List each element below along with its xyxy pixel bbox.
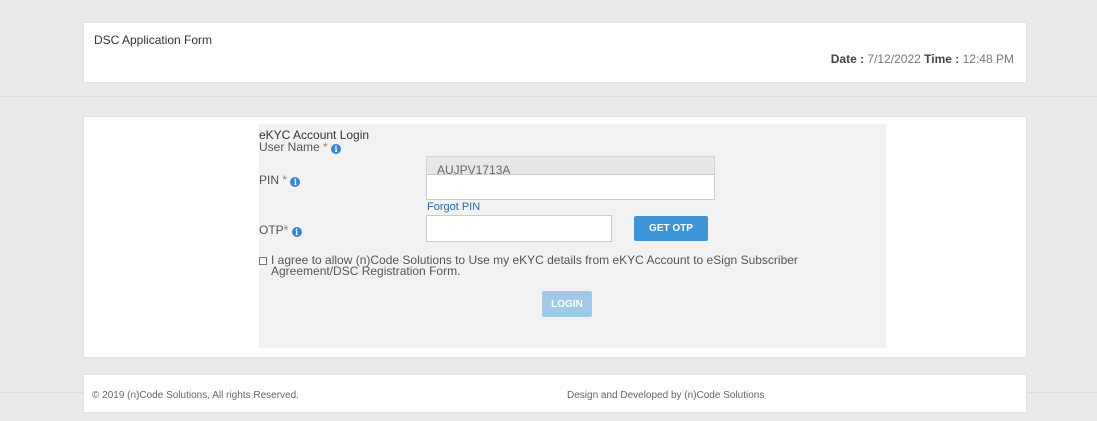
credit-text: Design and Developed by (n)Code Solution… (567, 390, 765, 401)
info-icon[interactable]: i (290, 177, 301, 187)
date-time-display: Date : 7/12/2022 Time : 12:48 PM (831, 52, 1014, 66)
required-mark: * (283, 223, 289, 237)
info-icon[interactable]: i (291, 227, 302, 237)
header-card: DSC Application Form Date : 7/12/2022 Ti… (83, 22, 1027, 83)
time-value: 12:48 PM (962, 52, 1014, 66)
date-value: 7/12/2022 (867, 52, 921, 66)
info-icon[interactable]: i (331, 144, 342, 154)
agree-text: I agree to allow (n)Code Solutions to Us… (271, 253, 798, 278)
otp-label-row: OTP* i (259, 223, 302, 237)
pin-field[interactable] (426, 174, 715, 200)
username-label-row: User Name * i (259, 140, 342, 154)
background-line (0, 96, 1097, 97)
forgot-pin-link[interactable]: Forgot PIN (427, 201, 480, 213)
pin-label-row: PIN * i (259, 173, 301, 187)
login-button[interactable]: LOGIN (542, 291, 592, 317)
copyright-text: © 2019 (n)Code Solutions, All rights Res… (92, 390, 299, 401)
footer-card: © 2019 (n)Code Solutions, All rights Res… (83, 374, 1027, 413)
required-mark: * (282, 173, 288, 187)
page-title: DSC Application Form (94, 33, 213, 47)
otp-label: OTP (259, 223, 284, 237)
otp-field[interactable] (426, 215, 612, 242)
time-label: Time : (924, 52, 960, 66)
pin-label: PIN (259, 173, 280, 187)
date-label: Date : (830, 52, 865, 66)
get-otp-button[interactable]: GET OTP (634, 216, 708, 241)
required-mark: * (323, 140, 328, 154)
username-label: User Name (259, 140, 320, 154)
main-card: eKYC Account Login User Name * i PIN * i… (83, 116, 1027, 358)
ekyc-login-panel: eKYC Account Login User Name * i PIN * i… (259, 124, 886, 348)
agree-checkbox[interactable] (259, 257, 267, 265)
